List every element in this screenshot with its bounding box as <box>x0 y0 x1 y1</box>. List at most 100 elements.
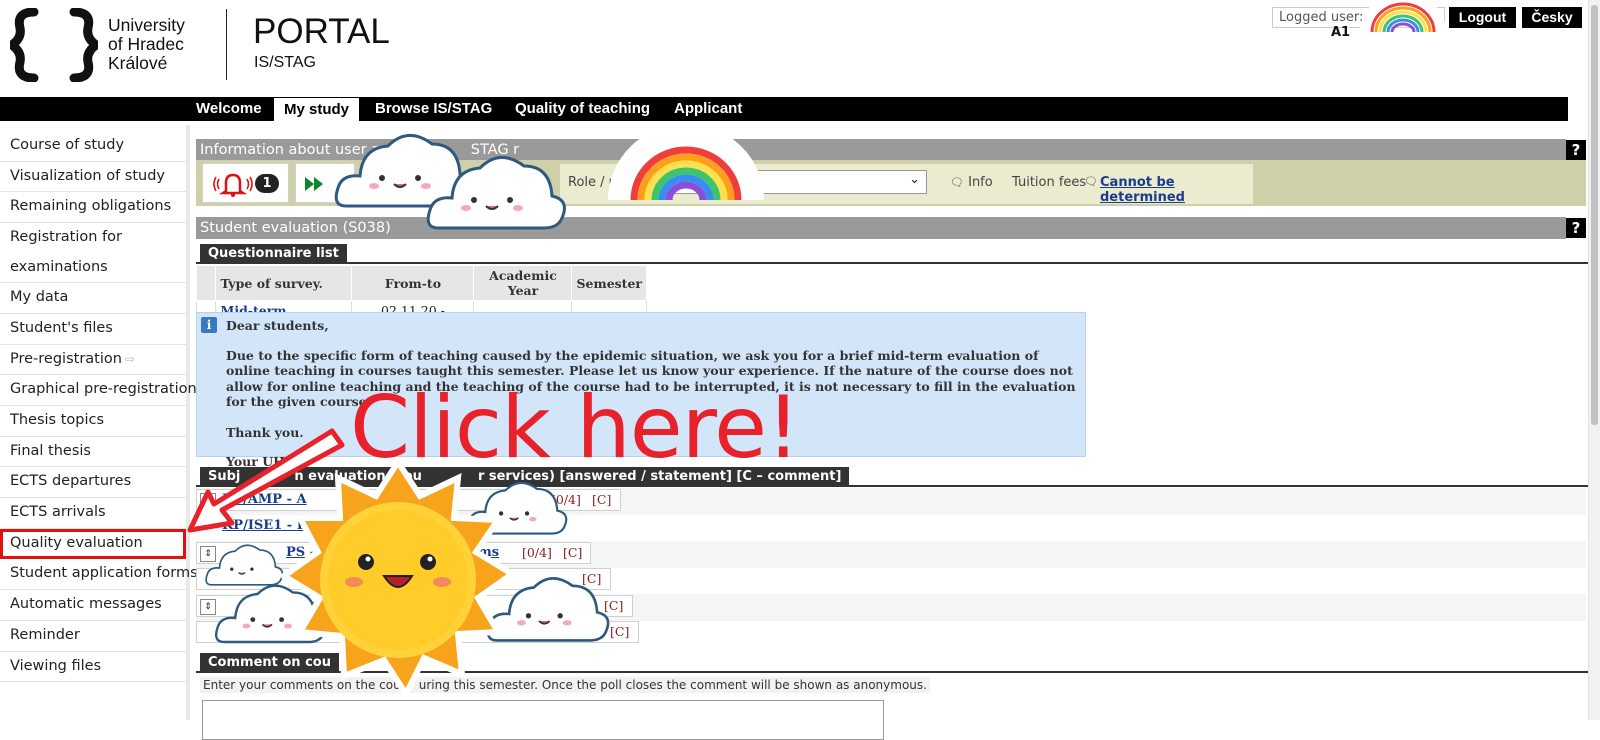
student-evaluation-header: Student evaluation (S038) <box>196 217 1566 239</box>
help-icon[interactable]: ? <box>1566 218 1586 238</box>
sidebar-item-automatic-messages[interactable]: Automatic messages <box>0 590 186 621</box>
info-icon: i <box>201 317 217 333</box>
tuition-fees-link[interactable]: Cannot be determined <box>1100 175 1253 205</box>
sidebar-item-pre-registration[interactable]: Pre-registration ⇨ <box>0 345 186 376</box>
subject-answered-stat: [0/4] <box>522 545 552 560</box>
subject-name: A <box>296 492 307 507</box>
logged-user-box: Logged user: S A1 <box>1272 7 1445 40</box>
user-info-panel-header: Information about user a STAG r <box>196 139 1566 161</box>
logged-user-suffix: A1 <box>1331 25 1351 40</box>
top-navigation: Welcome My study Browse IS/STAG Quality … <box>0 97 1568 121</box>
subject-link-tail[interactable]: ms <box>478 545 499 560</box>
subject-row: [C] <box>196 568 611 592</box>
notification-count-badge: 1 <box>255 174 279 193</box>
portal-title[interactable]: PORTAL <box>253 12 390 52</box>
sidebar-item-thesis-topics[interactable]: Thesis topics <box>0 406 186 437</box>
subject-row-box <box>196 568 611 590</box>
logged-user-label: Logged user: <box>1279 10 1364 25</box>
university-name-line: Králové <box>108 53 168 73</box>
sidebar-item-viewing-files[interactable]: Viewing files <box>0 652 186 683</box>
subject-comment-link[interactable]: [C] <box>582 571 601 586</box>
table-header-cell: Academic Year <box>473 265 573 301</box>
alarm-bell-icon <box>213 173 253 197</box>
sidebar-item-remaining-obligations[interactable]: Remaining obligations <box>0 192 186 224</box>
tab-quality-of-teaching[interactable]: Quality of teaching <box>505 97 660 121</box>
subject-comment-link[interactable]: [C] <box>610 624 629 639</box>
logout-button[interactable]: Logout <box>1449 7 1516 28</box>
role-info-label: Info <box>968 175 993 190</box>
sidebar-item-registration-for-examinations[interactable]: Registration for examinations <box>0 223 186 284</box>
sidebar-item-reminder[interactable]: Reminder <box>0 621 186 652</box>
logo-divider <box>226 9 227 80</box>
sidebar-item-ects-arrivals[interactable]: ECTS arrivals <box>0 498 186 529</box>
comment-textarea[interactable] <box>202 700 884 740</box>
vertical-scrollbar[interactable] <box>1588 0 1600 720</box>
portal-subtitle: IS/STAG <box>254 54 316 71</box>
tab-welcome[interactable]: Welcome <box>186 97 272 121</box>
speech-bubble-icon: 🗨 <box>950 176 964 189</box>
questionnaire-list-tab[interactable]: Questionnaire list <box>200 244 347 263</box>
user-info-title-start: Information about user a <box>200 142 381 158</box>
subject-link[interactable]: - In <box>292 598 317 613</box>
role-label: Role / user <box>568 175 638 190</box>
sidebar-item-quality-evaluation[interactable]: Quality evaluation <box>0 528 186 560</box>
subject-code: PS <box>286 545 306 560</box>
chevron-down-icon: ⌄ <box>909 172 920 187</box>
user-info-title-end: STAG r <box>470 142 520 158</box>
university-name: University of Hradec Králové <box>108 16 185 73</box>
subject-name: In <box>301 598 318 613</box>
subject-link[interactable]: PS - Po <box>286 545 338 560</box>
divider <box>196 671 1588 673</box>
university-name-line: of Hradec <box>108 34 184 54</box>
tab-applicant[interactable]: Applicant <box>664 97 752 121</box>
tab-browse-isstag[interactable]: Browse IS/STAG <box>365 97 502 121</box>
subject-code: KP/AMP <box>222 492 283 507</box>
notifications-button[interactable]: 1 <box>202 163 289 203</box>
comment-on-course-tab[interactable]: Comment on cou <box>200 653 339 672</box>
role-info-link[interactable]: 🗨 Info <box>950 175 993 190</box>
subject-comment-link[interactable]: [C] <box>563 545 582 560</box>
tuition-fees-area: Tuition fees 🗨 Cannot be determined <box>1000 164 1253 205</box>
subject-comment-link[interactable]: [C] <box>592 492 611 507</box>
click-here-callout: Click here! <box>350 378 801 478</box>
subject-link[interactable]: KP/ISE1 - Eu <box>222 518 316 533</box>
fast-forward-button[interactable] <box>295 163 355 203</box>
help-icon[interactable]: ? <box>1566 140 1586 160</box>
sidebar-item-course-of-study[interactable]: Course of study <box>0 131 186 162</box>
language-switch-button[interactable]: Česky <box>1522 7 1582 28</box>
comment-hint-text: Enter your comments on the cou <box>203 678 401 692</box>
sidebar-item-visualization-of-study[interactable]: Visualization of study <box>0 162 186 193</box>
subject-row-box <box>196 595 633 617</box>
sidebar-item-graphical-pre-registration[interactable]: Graphical pre-registration <box>0 375 197 406</box>
sidebar: Course of study Visualization of study R… <box>0 131 198 683</box>
subject-tab-text: Subj <box>208 469 241 484</box>
scrollbar-thumb[interactable] <box>1591 5 1598 425</box>
sidebar-item-students-files[interactable]: Student's files <box>0 314 186 345</box>
table-header-row: Type of survey. From-to Academic Year Se… <box>195 265 647 301</box>
sidebar-item-student-application-forms[interactable]: Student application forms <box>0 559 198 591</box>
sidebar-item-ects-departures[interactable]: ECTS departures <box>0 467 186 499</box>
subject-link[interactable]: KP/AMP - A <box>222 492 307 507</box>
page-header: University of Hradec Králové PORTAL IS/S… <box>0 0 1600 97</box>
fast-forward-icon <box>305 177 323 191</box>
university-logo-icon[interactable] <box>10 8 98 82</box>
table-header-cell: Semester <box>571 265 647 301</box>
subject-row: [C] <box>196 621 639 645</box>
comment-hint-text: uring this semester. Once the poll close… <box>418 678 927 692</box>
role-select[interactable]: ⌄ <box>631 170 927 194</box>
divider <box>196 262 1588 264</box>
expand-collapse-icon[interactable]: ⇕ <box>200 546 216 562</box>
divider <box>196 485 1588 487</box>
sidebar-separator <box>186 125 190 720</box>
sidebar-item-final-thesis[interactable]: Final thesis <box>0 437 186 468</box>
tab-my-study[interactable]: My study <box>274 98 360 121</box>
subject-comment-link[interactable]: [C] <box>604 598 623 613</box>
expand-collapse-icon[interactable]: ⇕ <box>200 493 216 509</box>
subject-name: Eu <box>296 518 317 533</box>
sidebar-item-label: Pre-registration <box>10 350 122 367</box>
university-name-line: University <box>108 15 185 35</box>
table-header-cell: Type of survey. <box>215 265 353 301</box>
expand-collapse-icon[interactable]: ⇕ <box>200 599 216 615</box>
table-header-cell: From-to <box>351 265 475 301</box>
sidebar-item-my-data[interactable]: My data <box>0 283 186 314</box>
